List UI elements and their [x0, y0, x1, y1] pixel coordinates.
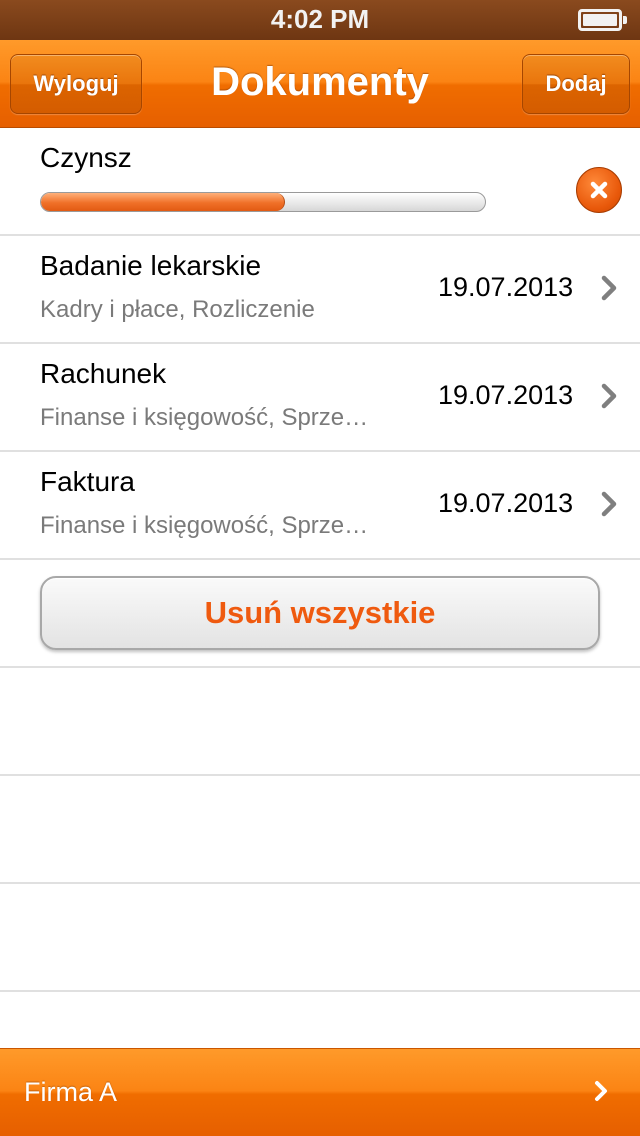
- nav-bar: Wyloguj Dokumenty Dodaj: [0, 40, 640, 128]
- upload-progress-fill: [41, 193, 286, 211]
- documents-list: Czynsz Badanie lekarskie Kadry i płace, …: [0, 128, 640, 992]
- chevron-right-icon: [595, 1081, 607, 1101]
- empty-row: [0, 776, 640, 884]
- status-time: 4:02 PM: [270, 4, 370, 34]
- document-date: 19.07.2013: [438, 380, 574, 410]
- document-title: Badanie lekarskie: [40, 250, 262, 281]
- battery-icon: [578, 9, 628, 31]
- add-button[interactable]: Dodaj: [522, 54, 630, 114]
- document-categories: Finanse i księgowość, Sprze…: [40, 512, 369, 539]
- empty-row: [0, 668, 640, 776]
- chevron-right-icon: [601, 491, 617, 517]
- cancel-upload-button[interactable]: [576, 167, 622, 213]
- document-categories: Finanse i księgowość, Sprze…: [40, 404, 369, 431]
- company-name: Firma A: [24, 1077, 118, 1107]
- document-title: Rachunek: [40, 358, 167, 389]
- document-row[interactable]: Badanie lekarskie Kadry i płace, Rozlicz…: [0, 236, 640, 344]
- upload-progress-bar: [40, 192, 486, 212]
- upload-title: Czynsz: [40, 142, 132, 173]
- document-categories: Kadry i płace, Rozliczenie: [40, 296, 315, 323]
- document-row[interactable]: Rachunek Finanse i księgowość, Sprze… 19…: [0, 344, 640, 452]
- document-date: 19.07.2013: [438, 272, 574, 302]
- chevron-right-icon: [601, 275, 617, 301]
- chevron-right-icon: [601, 383, 617, 409]
- empty-row: [0, 884, 640, 992]
- status-bar: 4:02 PM: [0, 0, 640, 40]
- company-selector[interactable]: Firma A: [0, 1048, 640, 1136]
- delete-all-row: Usuń wszystkie: [0, 560, 640, 668]
- upload-row: Czynsz: [0, 128, 640, 236]
- document-title: Faktura: [40, 466, 135, 497]
- document-date: 19.07.2013: [438, 488, 574, 518]
- delete-all-button[interactable]: Usuń wszystkie: [40, 576, 600, 650]
- cancel-x-icon: [590, 181, 608, 199]
- document-row[interactable]: Faktura Finanse i księgowość, Sprze… 19.…: [0, 452, 640, 560]
